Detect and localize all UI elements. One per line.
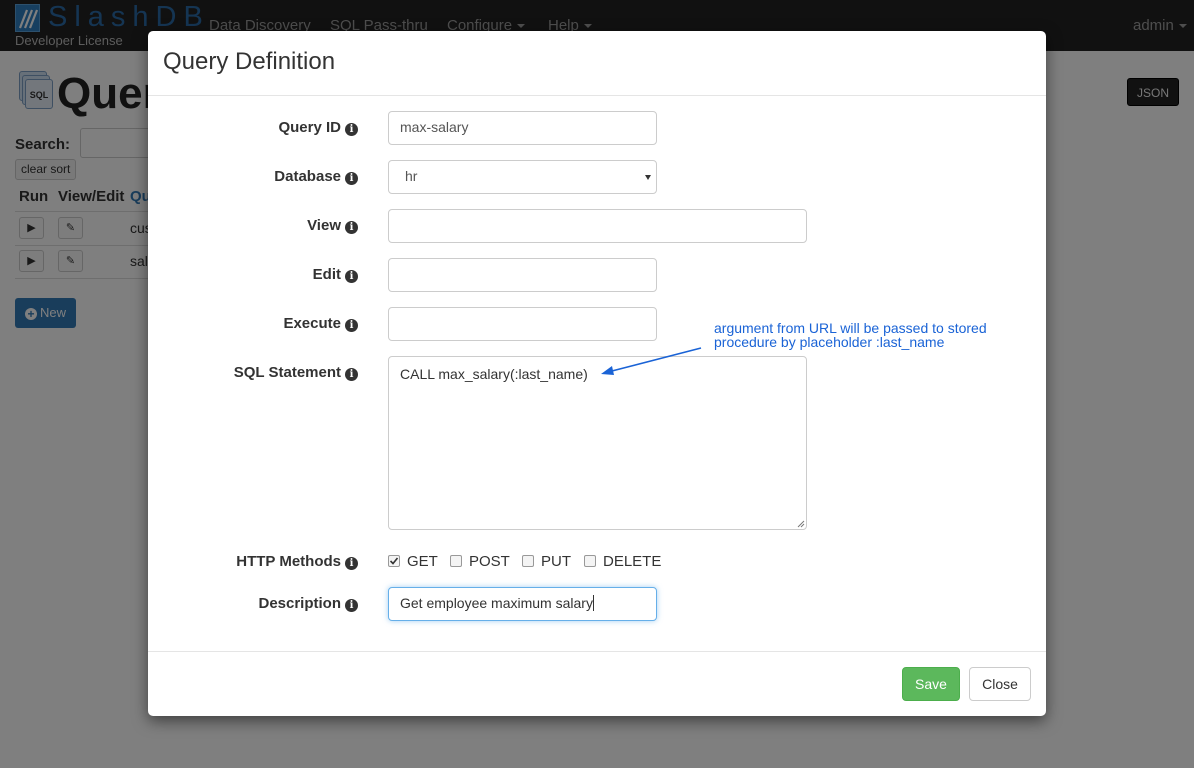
modal-title: Query Definition <box>163 48 336 75</box>
annotation-line: procedure by placeholder :last_name <box>714 334 945 350</box>
info-icon[interactable]: i <box>345 172 358 185</box>
close-button[interactable]: Close <box>969 667 1031 701</box>
database-label: Database i <box>274 168 358 185</box>
database-select[interactable]: hr <box>388 160 657 194</box>
label-text: Execute <box>283 315 341 332</box>
modal-header: Query Definition <box>148 31 1046 96</box>
info-icon[interactable]: i <box>345 319 358 332</box>
checkbox-delete[interactable] <box>584 555 596 567</box>
annotation-note: argument from URL will be passed to stor… <box>714 321 1014 349</box>
checkbox-get[interactable] <box>388 555 400 567</box>
query-definition-modal: Query Definition Query ID i max-salary Da… <box>148 31 1046 716</box>
info-icon[interactable]: i <box>345 557 358 570</box>
select-value: hr <box>405 168 418 184</box>
annotation-line: argument from URL will be passed to stor… <box>714 320 987 336</box>
checkbox-label-put[interactable]: PUT <box>541 553 571 570</box>
resize-handle-icon[interactable] <box>797 520 805 528</box>
checkbox-label-get[interactable]: GET <box>407 553 438 570</box>
http-methods-label: HTTP Methods i <box>236 553 358 570</box>
label-text: Query ID <box>278 119 341 136</box>
info-icon[interactable]: i <box>345 270 358 283</box>
info-icon[interactable]: i <box>345 221 358 234</box>
info-icon[interactable]: i <box>345 368 358 381</box>
execute-label: Execute i <box>283 315 358 332</box>
checkbox-label-delete[interactable]: DELETE <box>603 553 661 570</box>
query-id-label: Query ID i <box>278 119 358 136</box>
info-icon[interactable]: i <box>345 123 358 136</box>
input-value: max-salary <box>400 119 469 135</box>
dropdown-arrow-icon <box>645 175 651 180</box>
annotation-arrow-icon <box>601 347 702 375</box>
edit-label: Edit i <box>313 266 358 283</box>
sql-statement-label: SQL Statement i <box>234 364 358 381</box>
view-label: View i <box>307 217 358 234</box>
label-text: HTTP Methods <box>236 553 341 570</box>
execute-input[interactable] <box>388 307 657 341</box>
checkbox-label-post[interactable]: POST <box>469 553 510 570</box>
checkmark-icon <box>389 557 399 565</box>
query-id-input[interactable]: max-salary <box>388 111 657 145</box>
textarea-value: CALL max_salary(:last_name) <box>400 366 588 382</box>
checkbox-post[interactable] <box>450 555 462 567</box>
input-value: Get employee maximum salary <box>400 595 593 611</box>
label-text: Description <box>258 595 341 612</box>
save-button[interactable]: Save <box>902 667 960 701</box>
label-text: SQL Statement <box>233 364 341 381</box>
view-input[interactable] <box>388 209 807 243</box>
description-label: Description i <box>258 595 358 612</box>
description-input[interactable]: Get employee maximum salary <box>388 587 657 621</box>
text-cursor <box>592 595 594 611</box>
info-icon[interactable]: i <box>345 599 358 612</box>
edit-input[interactable] <box>388 258 657 292</box>
label-text: Edit <box>312 266 341 283</box>
label-text: Database <box>274 168 341 185</box>
sql-statement-textarea[interactable]: CALL max_salary(:last_name) <box>388 356 807 530</box>
checkbox-put[interactable] <box>522 555 534 567</box>
label-text: View <box>307 217 341 234</box>
